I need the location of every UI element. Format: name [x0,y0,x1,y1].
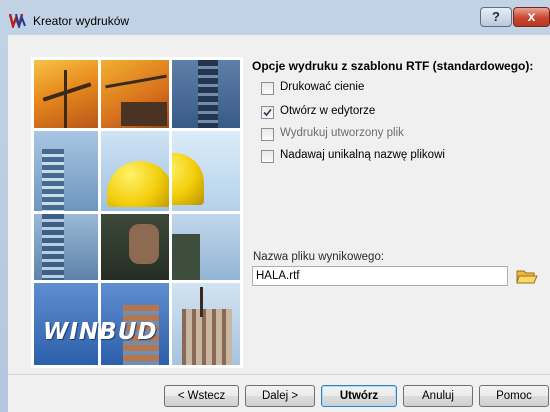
dialog-window: Kreator wydruków ? x WINBUD Opcje wydruk… [0,0,550,412]
image-tile-tower [34,131,98,211]
winbud-logo: WINBUD [43,319,158,345]
image-tile-scaffold [172,283,240,365]
image-tile-tower-base [34,214,98,280]
image-tile-helmet-edge [172,131,240,211]
checkbox[interactable] [261,128,274,141]
image-tile-building-dark [172,60,240,128]
help-icon: ? [492,9,500,24]
cancel-button[interactable]: Anuluj [403,385,473,407]
help-button[interactable]: Pomoc [479,385,549,407]
checkbox-label: Otwórz w edytorze [280,105,376,117]
close-icon: x [527,8,536,24]
checkbox[interactable] [261,106,274,119]
back-button[interactable]: < Wstecz [164,385,239,407]
output-file-label: Nazwa pliku wynikowego: [253,251,385,263]
app-logo-icon [9,13,26,28]
image-tile-crane-sky [101,60,169,128]
image-tile-sky [172,214,240,280]
checkbox-label: Drukować cienie [280,81,365,93]
window-title: Kreator wydruków [33,14,130,28]
output-file-input[interactable] [252,266,508,286]
separator [8,374,550,375]
image-tile-helmet [101,131,169,211]
checkbox-label: Nadawaj unikalną nazwę plikowi [280,149,445,161]
checkbox[interactable] [261,150,274,163]
image-tile-worker [101,214,169,280]
close-button[interactable]: x [513,7,550,27]
checkmark-icon [263,108,272,117]
dialog-content: WINBUD Opcje wydruku z szablonu RTF (sta… [8,35,550,412]
title-help-button[interactable]: ? [480,7,512,27]
create-button[interactable]: Utwórz [321,385,397,407]
title-bar: Kreator wydruków ? x [0,0,550,34]
checkbox[interactable] [261,82,274,95]
options-title: Opcje wydruku z szablonu RTF (standardow… [252,59,534,73]
checkbox-label: Wydrukuj utworzony plik [280,127,404,139]
wizard-image: WINBUD [31,57,243,368]
next-button[interactable]: Dalej > [245,385,315,407]
folder-open-icon[interactable] [515,265,539,287]
image-tile-crane-sunset [34,60,98,128]
